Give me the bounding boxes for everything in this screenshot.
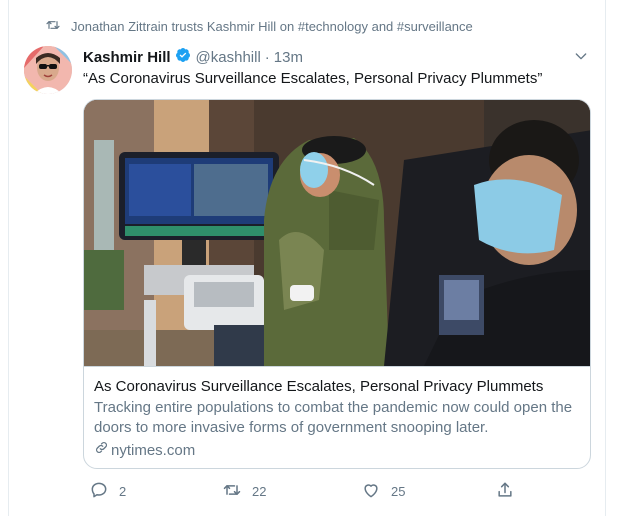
like-button[interactable]: 25: [361, 480, 405, 503]
share-button[interactable]: [495, 480, 515, 503]
heart-icon: [361, 480, 381, 503]
chevron-down-icon[interactable]: [573, 48, 589, 64]
retweet-icon: [222, 480, 242, 503]
share-icon: [495, 480, 515, 503]
link-card[interactable]: As Coronavirus Surveillance Escalates, P…: [83, 99, 591, 469]
verified-badge-icon: [171, 47, 191, 67]
retweet-context-text[interactable]: Jonathan Zittrain trusts Kashmir Hill on…: [71, 19, 473, 34]
reply-count: 2: [119, 484, 127, 499]
card-domain: nytimes.com: [94, 440, 582, 461]
retweet-icon: [45, 17, 61, 36]
avatar[interactable]: [24, 46, 72, 94]
card-domain-text: nytimes.com: [111, 441, 196, 459]
reply-button[interactable]: 2: [89, 480, 126, 503]
tweet-header: Kashmir Hill @kashhill · 13m: [83, 46, 595, 68]
card-image[interactable]: [84, 100, 590, 366]
tweet[interactable]: Jonathan Zittrain trusts Kashmir Hill on…: [8, 0, 606, 516]
retweet-count: 22: [252, 484, 267, 499]
author-name[interactable]: Kashmir Hill: [83, 49, 171, 66]
like-count: 25: [391, 484, 406, 499]
card-title: As Coronavirus Surveillance Escalates, P…: [94, 378, 544, 395]
link-icon: [94, 440, 109, 461]
timestamp[interactable]: 13m: [274, 49, 303, 66]
retweet-context: Jonathan Zittrain trusts Kashmir Hill on…: [45, 17, 473, 35]
author-handle[interactable]: @kashhill: [196, 49, 261, 66]
reply-icon: [89, 480, 109, 503]
card-description: Tracking entire populations to combat th…: [94, 399, 573, 436]
card-body[interactable]: As Coronavirus Surveillance Escalates, P…: [84, 366, 590, 468]
retweet-button[interactable]: 22: [222, 480, 266, 503]
tweet-actions: 2 22 25: [83, 480, 523, 502]
tweet-text: “As Coronavirus Surveillance Escalates, …: [83, 70, 543, 87]
separator-dot: ·: [264, 48, 270, 66]
